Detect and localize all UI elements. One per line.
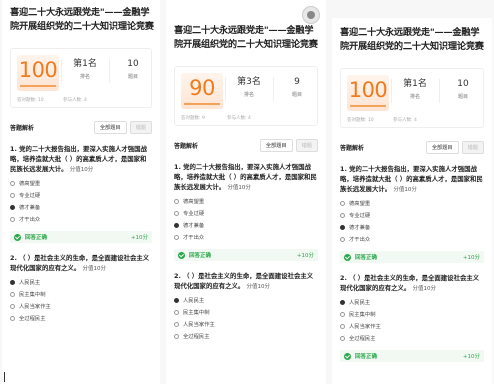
option-selected[interactable]: 人民民主 — [10, 278, 152, 286]
score-value: 100 — [18, 58, 58, 82]
quiz-result-panel-1: 喜迎二十大永远跟党走"——金融学院开展组织党的二十大知识理论竞赛 100 第1名… — [2, 0, 160, 384]
all-questions-button[interactable]: 全部题目 — [93, 120, 127, 134]
option[interactable]: 民主集中制 — [340, 310, 484, 318]
analysis-header: 答题解析 全部题目 错题 — [174, 138, 318, 152]
participant-count: 参与人数: 4 — [63, 98, 87, 103]
quiz-result-panel-2: 喜迎二十大永远跟党走"——金融学院开展组织党的二十大知识理论竞赛 90 第3名 … — [166, 0, 326, 384]
option[interactable]: 全过程民主 — [340, 334, 484, 342]
questions-stat: 10 题目 — [457, 79, 469, 100]
option[interactable]: 人民当家作主 — [340, 322, 484, 330]
score-card: 90 第3名 排名 9 题目 答对题数: 9 参与人数: 4 — [174, 66, 318, 126]
option-selected[interactable]: 人民民主 — [340, 298, 484, 306]
wrong-questions-button[interactable]: 错题 — [295, 138, 318, 152]
correct-count: 答对题数: 9 — [181, 116, 205, 121]
wrong-questions-button[interactable]: 错题 — [129, 120, 152, 134]
question-1: 1. 党的二十大报告指出，要深入实施人才强国战略，培养造就大批（ ）的高素质人才… — [340, 165, 483, 193]
text-cursor — [4, 372, 5, 382]
avatar-icon — [302, 6, 320, 24]
score-underline — [184, 103, 220, 105]
rank-stat: 第3名 排名 — [237, 77, 261, 98]
question-2: 2. （ ）是社会主义的生命，是全面建设社会主义现代化国家的应有之义。 分值10… — [174, 272, 314, 290]
question-1: 1. 党的二十大报告指出，要深入实施人才强国战略，培养造就大批（ ）的高素质人才… — [174, 163, 317, 191]
option[interactable]: 专业过硬 — [340, 211, 484, 219]
score-value: 90 — [189, 76, 215, 100]
score-box: 100 — [17, 55, 59, 91]
option-selected[interactable]: 人民民主 — [174, 296, 318, 304]
answer-result: 回答正确 +10分 — [10, 231, 152, 243]
option-selected[interactable]: 德才兼备 — [10, 203, 152, 211]
score-box: 100 — [347, 75, 389, 111]
analysis-header: 答题解析 全部题目 错题 — [340, 140, 484, 154]
participant-count: 参与人数: 4 — [393, 118, 417, 123]
rank-stat: 第1名 排名 — [73, 59, 97, 80]
section-title: 答题解析 — [340, 144, 365, 152]
answer-result: 回答正确 +10分 — [340, 251, 484, 263]
score-card: 100 第1名 排名 10 题目 答对题数: 10 参与人数: 4 — [10, 48, 152, 108]
section-title: 答题解析 — [174, 142, 199, 150]
all-questions-button[interactable]: 全部题目 — [259, 138, 293, 152]
option-selected[interactable]: 德才兼备 — [174, 221, 318, 229]
score-card: 100 第1名 排名 10 题目 答对题数: 10 参与人数: 4 — [340, 68, 484, 128]
questions-stat: 10 题目 — [127, 59, 139, 80]
question-2: 2. （ ）是社会主义的生命，是全面建设社会主义现代化国家的应有之义。 分值10… — [10, 254, 150, 272]
check-icon — [178, 251, 185, 259]
option[interactable]: 专业过硬 — [10, 191, 152, 199]
option[interactable]: 德高望重 — [174, 197, 318, 205]
question-1: 1. 党的二十大报告指出，要深入实施人才强国战略，培养造就大批（ ）的高素质人才… — [10, 145, 147, 173]
check-icon — [14, 233, 21, 241]
quiz-result-panel-3: 喜迎二十大永远跟党走"——金融学院开展组织党的二十大知识理论竞赛 100 第1名… — [332, 18, 492, 384]
check-icon — [344, 253, 351, 261]
analysis-header: 答题解析 全部题目 错题 — [10, 120, 152, 134]
all-questions-button[interactable]: 全部题目 — [425, 140, 459, 154]
option[interactable]: 德高望重 — [340, 199, 484, 207]
score-underline — [350, 105, 386, 107]
correct-count: 答对题数: 10 — [347, 118, 374, 123]
page-title: 喜迎二十大永远跟党走"——金融学院开展组织党的二十大知识理论竞赛 — [10, 7, 154, 32]
participant-count: 参与人数: 4 — [227, 116, 251, 121]
score-box: 90 — [181, 73, 223, 109]
option[interactable]: 才干出众 — [10, 215, 152, 223]
screenshot-collage: 喜迎二十大永远跟党走"——金融学院开展组织党的二十大知识理论竞赛 100 第1名… — [0, 0, 494, 384]
page-title: 喜迎二十大永远跟党走"——金融学院开展组织党的二十大知识理论竞赛 — [174, 25, 318, 50]
option-selected[interactable]: 德才兼备 — [340, 223, 484, 231]
option[interactable]: 德高望重 — [10, 179, 152, 187]
question-2: 2. （ ）是社会主义的生命，是全面建设社会主义现代化国家的应有之义。 分值10… — [340, 274, 480, 292]
questions-stat: 9 题目 — [291, 77, 302, 98]
option[interactable]: 专业过硬 — [174, 209, 318, 217]
page-title: 喜迎二十大永远跟党走"——金融学院开展组织党的二十大知识理论竞赛 — [340, 27, 484, 52]
option[interactable]: 全过程民主 — [174, 332, 318, 340]
rank-stat: 第1名 排名 — [403, 79, 427, 100]
option[interactable]: 全过程民主 — [10, 314, 152, 322]
correct-count: 答对题数: 10 — [17, 98, 44, 103]
score-underline — [20, 85, 56, 87]
answer-result: 回答正确 +10分 — [340, 350, 484, 362]
answer-result: 回答正确 +10分 — [174, 249, 318, 261]
score-value: 100 — [348, 78, 388, 102]
option[interactable]: 民主集中制 — [174, 308, 318, 316]
option[interactable]: 人民当家作主 — [10, 302, 152, 310]
option[interactable]: 人民当家作主 — [174, 320, 318, 328]
wrong-questions-button[interactable]: 错题 — [461, 140, 484, 154]
option[interactable]: 才干出众 — [174, 233, 318, 241]
option[interactable]: 民主集中制 — [10, 290, 152, 298]
section-title: 答题解析 — [10, 124, 35, 132]
check-icon — [344, 352, 351, 360]
option[interactable]: 才干出众 — [340, 235, 484, 243]
